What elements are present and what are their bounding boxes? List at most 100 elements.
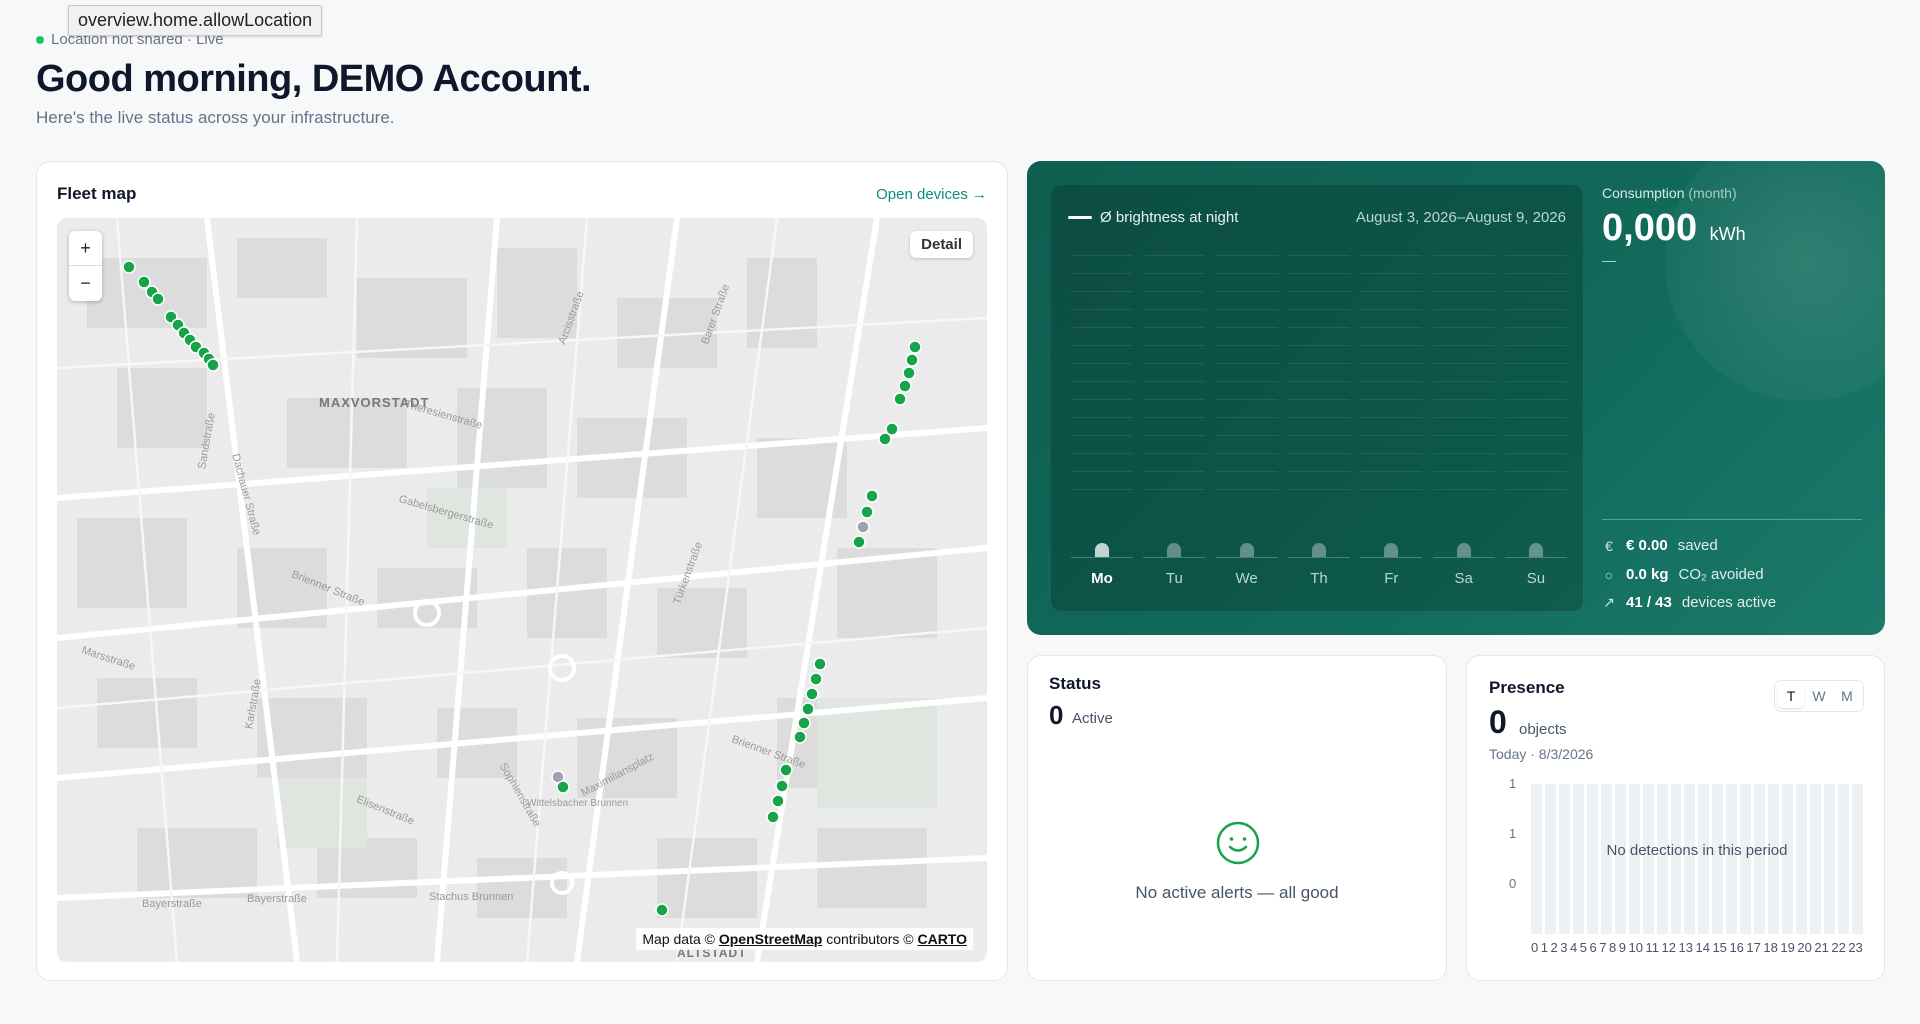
detail-button[interactable]: Detail <box>910 231 973 258</box>
day-column: Fr <box>1360 255 1423 595</box>
baseline <box>1071 557 1133 558</box>
gridline <box>1215 327 1278 328</box>
trend-up-icon: ↗ <box>1603 594 1615 610</box>
day-columns: Mo Tu We Th Fr Sa Su <box>1071 255 1567 595</box>
gridline <box>1504 399 1567 400</box>
brightness-bar[interactable] <box>1167 543 1182 557</box>
gridline <box>1432 309 1495 310</box>
carto-link[interactable]: CARTO <box>917 931 967 947</box>
baseline <box>1287 557 1350 558</box>
gridline <box>1504 255 1567 256</box>
gridline <box>1432 273 1495 274</box>
gridline <box>1143 291 1206 292</box>
gridline <box>1360 489 1423 490</box>
zoom-out-button[interactable]: − <box>69 266 102 301</box>
devices-value: 41 / 43 <box>1626 594 1672 611</box>
brightness-bar[interactable] <box>1456 543 1471 557</box>
baseline <box>1143 557 1206 558</box>
status-title: Status <box>1049 674 1101 693</box>
gridline <box>1143 255 1206 256</box>
gridline <box>1071 471 1133 472</box>
live-dot-icon <box>36 35 44 44</box>
osm-link[interactable]: OpenStreetMap <box>719 931 822 947</box>
hour-bar <box>1712 784 1724 934</box>
hour-bar <box>1851 784 1863 934</box>
gridline <box>1215 399 1278 400</box>
hour-label: 3 <box>1560 940 1568 955</box>
consumption-period: (month) <box>1688 185 1737 201</box>
range-today-button[interactable]: T <box>1778 684 1804 708</box>
open-devices-link[interactable]: Open devices → <box>876 186 987 203</box>
hour-label: 4 <box>1570 940 1578 955</box>
brightness-chart: Ø brightness at night August 3, 2026–Aug… <box>1051 185 1583 611</box>
hour-bar <box>1796 784 1808 934</box>
date-range[interactable]: August 3, 2026–August 9, 2026 <box>1356 209 1566 226</box>
gridline <box>1360 435 1423 436</box>
y-axis-label: 1 <box>1509 826 1517 841</box>
gridline <box>1215 309 1278 310</box>
hour-label: 22 <box>1831 940 1846 955</box>
zoom-in-button[interactable]: + <box>69 231 102 266</box>
gridline <box>1215 489 1278 490</box>
consumption-title: Consumption <box>1602 185 1685 201</box>
gridline <box>1071 309 1133 310</box>
hour-label: 7 <box>1599 940 1607 955</box>
hour-bar <box>1531 784 1542 934</box>
brightness-bar[interactable] <box>1384 543 1399 557</box>
brightness-bar[interactable] <box>1239 543 1254 557</box>
gridline <box>1143 435 1206 436</box>
device-marker <box>865 489 879 503</box>
gridline <box>1071 381 1133 382</box>
gridline <box>1360 273 1423 274</box>
gridline <box>1287 327 1350 328</box>
hour-bar <box>1544 784 1556 934</box>
consumption-delta: — <box>1602 252 1616 268</box>
brightness-bar[interactable] <box>1311 543 1326 557</box>
day-column: Mo <box>1071 255 1133 595</box>
co2-stat: ○ 0.0 kg CO₂ avoided <box>1602 566 1764 583</box>
device-marker <box>771 794 785 808</box>
brightness-bar[interactable] <box>1528 543 1543 557</box>
gridline <box>1215 471 1278 472</box>
hour-bar <box>1614 784 1626 934</box>
day-column: Sa <box>1432 255 1495 595</box>
attribution-prefix: Map data © <box>642 931 715 947</box>
gridline <box>1432 489 1495 490</box>
no-detections-message: No detections in this period <box>1606 842 1788 859</box>
hour-bar <box>1628 784 1640 934</box>
range-week-button[interactable]: W <box>1806 684 1832 708</box>
gridline <box>1287 273 1350 274</box>
gridline <box>1215 453 1278 454</box>
saved-value: € 0.00 <box>1626 537 1668 554</box>
map-canvas[interactable]: MAXVORSTADT ALTSTADT Theresienstraße Gab… <box>57 218 987 962</box>
hour-label: 21 <box>1814 940 1829 955</box>
gridline <box>1360 417 1423 418</box>
leaf-icon: ○ <box>1604 566 1614 583</box>
day-column: Su <box>1504 255 1567 595</box>
range-month-button[interactable]: M <box>1834 684 1860 708</box>
y-axis-label: 0 <box>1509 876 1517 891</box>
brightness-bar[interactable] <box>1095 543 1109 557</box>
gridline <box>1504 345 1567 346</box>
device-marker <box>206 358 220 372</box>
gridline <box>1215 381 1278 382</box>
hour-label: 13 <box>1678 940 1693 955</box>
gridline <box>1215 363 1278 364</box>
day-label: We <box>1235 570 1258 587</box>
gridline <box>1143 309 1206 310</box>
device-marker <box>893 392 907 406</box>
device-marker <box>655 903 669 917</box>
gridline <box>1071 327 1133 328</box>
zoom-control: + − <box>69 231 102 301</box>
day-column: We <box>1215 255 1278 595</box>
device-marker <box>856 520 870 534</box>
gridline <box>1432 453 1495 454</box>
gridline <box>1215 273 1278 274</box>
gridline <box>1287 291 1350 292</box>
device-marker <box>775 779 789 793</box>
saved-label: saved <box>1677 537 1718 554</box>
consumption-value: 0,000 kWh <box>1602 207 1862 250</box>
gridline <box>1360 255 1423 256</box>
divider <box>1602 519 1862 520</box>
hour-label: 20 <box>1797 940 1812 955</box>
